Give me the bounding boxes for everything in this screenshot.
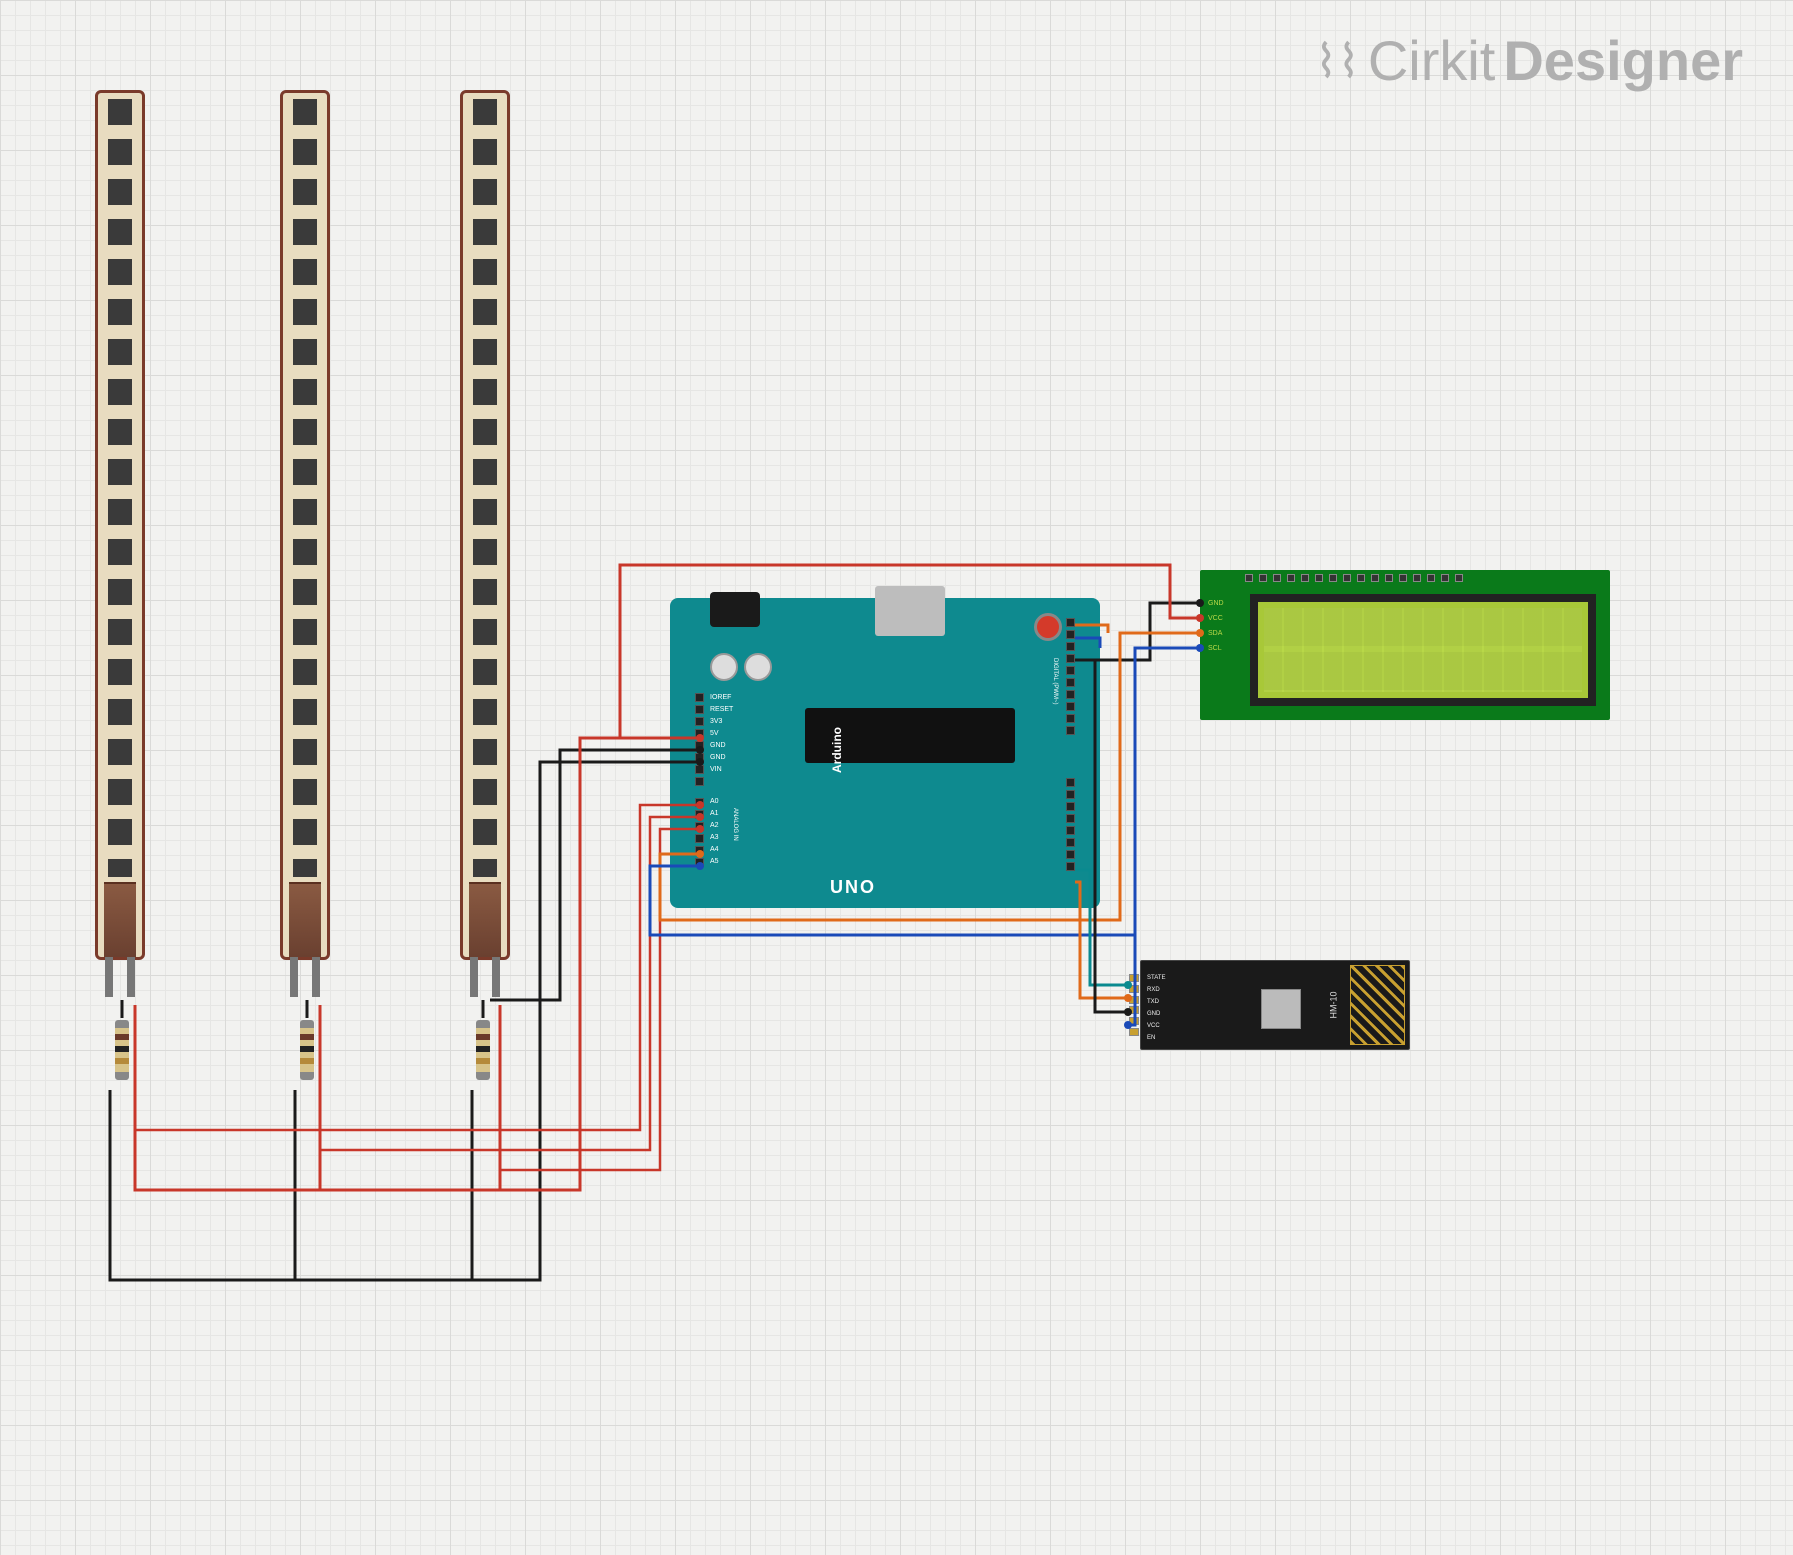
pin-label: A4 — [710, 846, 719, 853]
bt-pin-state: STATE — [1147, 975, 1165, 981]
pin-label: VIN — [710, 766, 722, 773]
flex-pin-2 — [127, 957, 135, 997]
bt-model-label: HM-10 — [1328, 991, 1338, 1018]
arduino-header-digital-high[interactable] — [1066, 618, 1075, 735]
bt-pin-en: EN — [1147, 1035, 1155, 1041]
flex-sensor-leads — [105, 957, 135, 997]
arduino-header-power[interactable] — [695, 693, 704, 786]
pin-label: A5 — [710, 858, 719, 865]
lcd-char-grid — [1264, 608, 1582, 692]
flex-sensor-1[interactable] — [95, 90, 145, 960]
arduino-analog-label: ANALOG IN — [732, 808, 738, 841]
flex-pin-1 — [290, 957, 298, 997]
lcd-pin-scl: SCL — [1208, 645, 1222, 652]
pin-label: GND — [710, 742, 726, 749]
resistor-2[interactable] — [300, 1020, 314, 1080]
wire-gnd — [472, 1090, 540, 1280]
arduino-uno[interactable]: Arduino UNO IOREF RESET 3V3 5V GND GND V… — [670, 598, 1100, 908]
arduino-usb-port — [875, 586, 945, 636]
flex-sensor-tail — [289, 882, 321, 957]
bt-antenna — [1350, 965, 1405, 1045]
wire-gnd — [295, 1090, 540, 1280]
bluetooth-hm10[interactable]: HM-10 STATE RXD TXD GND VCC EN — [1140, 960, 1410, 1050]
arduino-barrel-jack — [710, 592, 760, 627]
bt-header-pins[interactable] — [1129, 973, 1141, 1037]
flex-sensor-tail — [104, 882, 136, 957]
wire-bt-vcc — [1128, 648, 1135, 1025]
bt-mcu-chip — [1261, 989, 1301, 1029]
bt-pin-rxd: RXD — [1147, 987, 1160, 993]
pin-label: IOREF — [710, 694, 731, 701]
flex-sensor-leads — [290, 957, 320, 997]
pin-label: 5V — [710, 730, 719, 737]
wire-gnd — [110, 762, 700, 1280]
lcd-pin-vcc: VCC — [1208, 615, 1223, 622]
arduino-header-analog[interactable] — [695, 798, 704, 867]
wire-5v — [135, 738, 700, 1190]
pin-label: 3V3 — [710, 718, 722, 725]
bt-pin-txd: TXD — [1147, 999, 1159, 1005]
flex-pin-1 — [105, 957, 113, 997]
circuit-canvas[interactable]: Arduino UNO IOREF RESET 3V3 5V GND GND V… — [0, 0, 1793, 1555]
pin-label: A0 — [710, 798, 719, 805]
flex-pin-1 — [470, 957, 478, 997]
resistor-3[interactable] — [476, 1020, 490, 1080]
resistor-1[interactable] — [115, 1020, 129, 1080]
flex-sensor-2[interactable] — [280, 90, 330, 960]
bt-pin-vcc: VCC — [1147, 1023, 1160, 1029]
pin-label: A3 — [710, 834, 719, 841]
lcd-pin-sda: SDA — [1208, 630, 1222, 637]
lcd-pin-gnd: GND — [1208, 600, 1224, 607]
flex-sensor-leads — [470, 957, 500, 997]
flex-sensor-3[interactable] — [460, 90, 510, 960]
flex-pin-2 — [312, 957, 320, 997]
arduino-digital-label: DIGITAL (PWM~) — [1052, 658, 1058, 705]
arduino-model-label: UNO — [830, 877, 876, 898]
lcd-header-pins[interactable] — [1245, 574, 1598, 586]
lcd-16x2-i2c[interactable]: GND VCC SDA SCL — [1200, 570, 1610, 720]
flex-sensor-tail — [469, 882, 501, 957]
wire-a1 — [320, 817, 700, 1150]
arduino-capacitors — [710, 653, 772, 681]
pin-label: A2 — [710, 822, 719, 829]
wire-gnd — [490, 750, 700, 1000]
pin-label: GND — [710, 754, 726, 761]
pin-label: A1 — [710, 810, 719, 817]
bt-pin-gnd: GND — [1147, 1011, 1160, 1017]
arduino-header-digital-low[interactable] — [1066, 778, 1075, 871]
flex-pin-2 — [492, 957, 500, 997]
arduino-reset-button[interactable] — [1034, 613, 1062, 641]
wire-a0 — [135, 805, 700, 1130]
lcd-screen — [1250, 594, 1596, 706]
pin-label: RESET — [710, 706, 733, 713]
wire-5v — [500, 1005, 580, 1190]
arduino-logo-text: Arduino — [830, 727, 844, 773]
wire-5v — [320, 1005, 580, 1190]
